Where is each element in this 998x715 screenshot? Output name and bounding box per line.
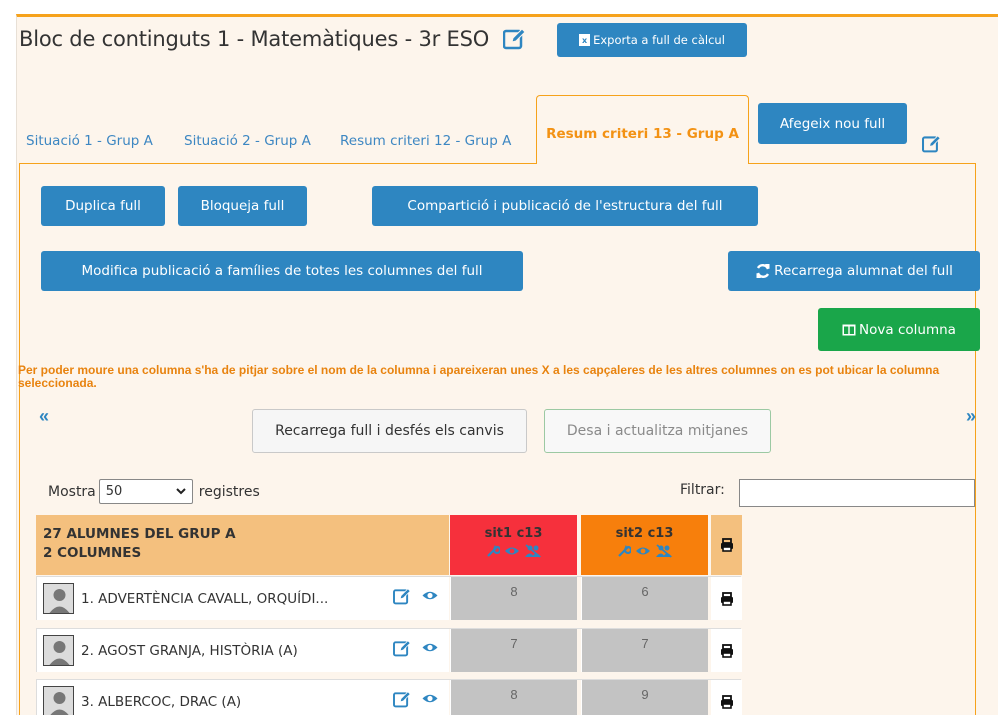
column-name[interactable]: sit1 c13 (450, 526, 577, 541)
new-column-label: Nova columna (859, 321, 956, 338)
row-actions (393, 640, 439, 657)
column-name[interactable]: sit2 c13 (581, 526, 708, 541)
print-icon (720, 591, 733, 606)
columns-count: 2 COLUMNES (43, 545, 142, 561)
filter-label: Filtrar: (680, 482, 725, 498)
share-structure-button[interactable]: Compartició i publicació de l'estructura… (372, 186, 758, 226)
edit-icon[interactable] (393, 588, 412, 605)
column-header-sit1[interactable]: sit1 c13 (450, 515, 577, 575)
reload-students-button[interactable]: Recarrega alumnat del full (728, 251, 980, 291)
reload-students-label: Recarrega alumnat del full (774, 263, 953, 279)
grade-cell[interactable]: 9 (581, 680, 708, 715)
grade-cell[interactable]: 7 (450, 629, 577, 672)
filter-input[interactable] (739, 479, 975, 507)
wrench-icon[interactable] (486, 544, 500, 558)
column-tools (581, 544, 708, 558)
student-cell: 1. ADVERTÈNCIA CAVALL, ORQUÍDI... (36, 577, 449, 620)
save-averages-button[interactable]: Desa i actualitza mitjanes (544, 409, 771, 453)
avatar (43, 686, 74, 715)
edit-icon[interactable] (393, 640, 412, 657)
tab-situacio-2[interactable]: Situació 2 - Grup A (184, 133, 311, 149)
column-tools (450, 544, 577, 558)
table-row: 3. ALBERCOC, DRAC (A) 8 9 (36, 679, 742, 715)
modify-publication-button[interactable]: Modifica publicació a famílies de totes … (41, 251, 523, 291)
eye-icon[interactable] (504, 544, 520, 558)
page-title: Bloc de continguts 1 - Matemàtiques - 3r… (19, 27, 490, 51)
export-spreadsheet-button[interactable]: x Exporta a full de càlcul (557, 23, 747, 57)
duplicate-sheet-button[interactable]: Duplica full (41, 186, 165, 226)
wrench-icon[interactable] (617, 544, 631, 558)
eye-icon[interactable] (421, 691, 439, 706)
student-name[interactable]: 3. ALBERCOC, DRAC (A) (81, 694, 241, 710)
users-slash-icon[interactable] (524, 544, 542, 558)
columns-icon (842, 324, 856, 335)
lock-sheet-button[interactable]: Bloqueja full (178, 186, 307, 226)
edit-title-icon[interactable] (503, 28, 527, 50)
table-header-students: 27 ALUMNES DEL GRUP A 2 COLUMNES (36, 515, 449, 575)
scroll-right-button[interactable]: » (966, 406, 976, 427)
move-column-note: Per poder moure una columna s'ha de pitj… (18, 363, 940, 390)
print-icon (720, 694, 733, 709)
print-row-button[interactable] (711, 629, 742, 672)
avatar (43, 635, 74, 666)
page-length-control: Mostra 50 registres (48, 479, 260, 504)
row-actions (393, 691, 439, 708)
export-label: Exporta a full de càlcul (593, 33, 725, 47)
print-all-button[interactable] (711, 515, 742, 575)
print-row-button[interactable] (711, 577, 742, 620)
eye-icon[interactable] (635, 544, 651, 558)
tab-situacio-1[interactable]: Situació 1 - Grup A (26, 133, 153, 149)
sheet-tabs: Situació 1 - Grup A Situació 2 - Grup A … (0, 95, 982, 164)
print-row-button[interactable] (711, 680, 742, 715)
spreadsheet-icon: x (579, 34, 591, 46)
refresh-icon (756, 264, 770, 278)
reload-sheet-button[interactable]: Recarrega full i desfés els canvis (252, 409, 527, 453)
print-icon (720, 538, 733, 552)
students-count: 27 ALUMNES DEL GRUP A (43, 526, 236, 542)
edit-icon[interactable] (393, 691, 412, 708)
avatar (43, 583, 74, 614)
page-header: Bloc de continguts 1 - Matemàtiques - 3r… (19, 27, 527, 51)
student-name[interactable]: 2. AGOST GRANJA, HISTÒRIA (A) (81, 643, 298, 659)
print-icon (720, 643, 733, 658)
chevron-down-icon (176, 488, 186, 495)
tab-resum-criteri-12[interactable]: Resum criteri 12 - Grup A (340, 133, 511, 149)
row-actions (393, 588, 439, 605)
show-suffix: registres (198, 483, 260, 500)
show-prefix: Mostra (48, 483, 96, 500)
page-length-select[interactable]: 50 (98, 479, 193, 504)
grade-cell[interactable]: 6 (581, 577, 708, 620)
edit-tabs-icon[interactable] (921, 135, 942, 158)
scroll-left-button[interactable]: « (39, 406, 49, 427)
eye-icon[interactable] (421, 588, 439, 603)
student-cell: 2. AGOST GRANJA, HISTÒRIA (A) (36, 629, 449, 672)
table-row: 1. ADVERTÈNCIA CAVALL, ORQUÍDI... 8 6 (36, 576, 742, 620)
grade-cell[interactable]: 7 (581, 629, 708, 672)
student-name[interactable]: 1. ADVERTÈNCIA CAVALL, ORQUÍDI... (81, 591, 328, 607)
table-row: 2. AGOST GRANJA, HISTÒRIA (A) 7 7 (36, 628, 742, 672)
tab-resum-criteri-13[interactable]: Resum criteri 13 - Grup A (536, 95, 749, 164)
add-sheet-button[interactable]: Afegeix nou full (758, 103, 907, 144)
student-cell: 3. ALBERCOC, DRAC (A) (36, 680, 449, 715)
column-header-sit2[interactable]: sit2 c13 (581, 515, 708, 575)
grade-cell[interactable]: 8 (450, 577, 577, 620)
eye-icon[interactable] (421, 640, 439, 655)
grade-cell[interactable]: 8 (450, 680, 577, 715)
page-length-value: 50 (105, 484, 123, 499)
new-column-button[interactable]: Nova columna (818, 308, 980, 351)
users-slash-icon[interactable] (655, 544, 673, 558)
